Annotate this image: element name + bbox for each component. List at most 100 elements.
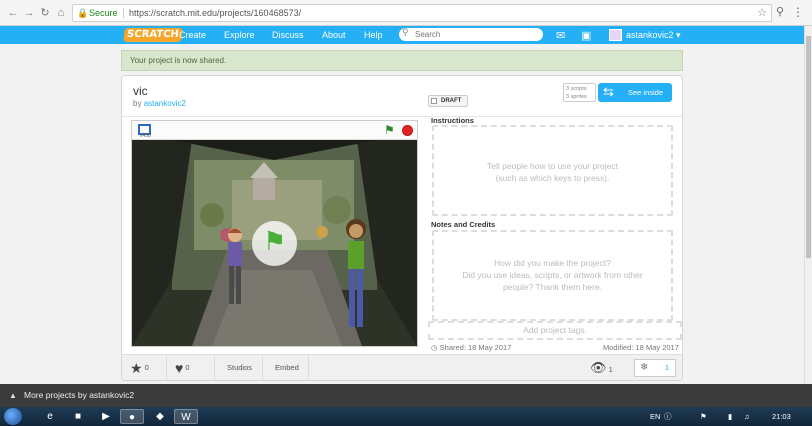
notes-label: Notes and Credits [431, 220, 496, 229]
word-icon[interactable]: W [174, 409, 198, 424]
scripts-count: 3 scripts [566, 86, 587, 92]
reload-icon[interactable]: ↻ [38, 6, 52, 20]
signal-icon[interactable]: ▮ [728, 407, 732, 426]
studios-button[interactable]: Studios [215, 355, 263, 381]
extension-icon[interactable]: ⚲ [776, 5, 784, 18]
draft-checkbox[interactable] [431, 98, 437, 104]
clock[interactable]: 21:03 [772, 407, 791, 426]
remix-tree-icon: ❄ [640, 362, 649, 373]
nav-create[interactable]: Create [179, 26, 206, 44]
start-button[interactable] [4, 408, 22, 425]
remix-tree-button[interactable]: ❄ 1 [634, 359, 676, 377]
messages-icon[interactable]: ✉ [556, 29, 565, 42]
see-inside-label: See inside [628, 88, 664, 97]
project-stage[interactable]: ⚑ [132, 140, 417, 346]
sprites-count: 3 sprites [566, 94, 587, 100]
explorer-icon[interactable]: ■ [66, 409, 90, 424]
media-icon[interactable]: ▶ [94, 409, 118, 424]
nav-about[interactable]: About [322, 26, 346, 44]
lock-icon: 🔒 [77, 8, 89, 18]
forward-icon[interactable]: → [22, 6, 36, 20]
view-count-value: 1 [608, 365, 613, 374]
stop-icon[interactable] [402, 125, 413, 136]
green-flag-big-icon: ⚑ [263, 226, 287, 256]
instructions-label: Instructions [431, 116, 474, 125]
heart-icon: ♥ [175, 360, 184, 377]
flag-icon[interactable]: ⚑ [700, 407, 707, 426]
browser-toolbar: ← → ↻ ⌂ 🔒 Secure https://scratch.mit.edu… [0, 0, 812, 26]
chrome-icon[interactable]: ● [120, 409, 144, 424]
windows-taskbar: e ■ ▶ ● ◆ W EN ⓘ ⚑ ▮ ♫ 21:03 [0, 407, 812, 426]
embed-button[interactable]: Embed [263, 355, 309, 381]
shared-date-text: Shared: 18 May 2017 [439, 343, 512, 352]
favorite-count: 0 [185, 363, 190, 372]
secure-label: Secure [89, 8, 118, 18]
nav-discuss[interactable]: Discuss [272, 26, 304, 44]
modified-date: Modified: 18 May 2017 [603, 343, 679, 352]
my-stuff-icon[interactable]: ▣ [581, 29, 591, 42]
view-count: 👁 1 [590, 355, 613, 381]
play-overlay-button[interactable]: ⚑ [252, 221, 297, 266]
action-bar: ★ 0 ♥ 0 Studios Embed 👁 1 ❄ 1 [122, 354, 682, 381]
more-projects-label: More projects by astankovic2 [24, 390, 135, 400]
remix-count: 1 [664, 363, 669, 372]
notes-placeholder-1: How did you make the project? [494, 258, 611, 268]
home-icon[interactable]: ⌂ [54, 6, 68, 20]
love-button[interactable]: ★ 0 [122, 355, 167, 381]
scrollbar-thumb[interactable] [806, 36, 811, 258]
address-bar[interactable]: 🔒 Secure https://scratch.mit.edu/project… [72, 4, 772, 22]
address-separator [123, 8, 124, 18]
username: astankovic2 [626, 30, 674, 40]
notes-placeholder-3: people? Thank them here. [502, 282, 603, 292]
project-stats: 3 scripts 3 sprites [563, 83, 596, 102]
love-count: 0 [144, 363, 149, 372]
avatar[interactable] [609, 29, 622, 41]
draft-label: DRAFT [441, 98, 462, 104]
volume-icon[interactable]: ♫ [744, 407, 750, 426]
nav-explore[interactable]: Explore [224, 26, 255, 44]
star-icon: ★ [130, 360, 143, 377]
project-title[interactable]: vic [133, 84, 148, 98]
bookmark-star-icon[interactable]: ☆ [757, 5, 767, 21]
notes-field[interactable]: How did you make the project? Did you us… [432, 230, 673, 321]
expand-up-icon: ▲ [9, 391, 17, 400]
search-input[interactable] [415, 29, 535, 40]
draft-toggle[interactable]: DRAFT [428, 95, 468, 107]
search-box[interactable]: ⚲ [399, 27, 543, 41]
instructions-placeholder-2: (such as which keys to press). [495, 173, 610, 183]
green-flag-icon[interactable]: ⚑ [384, 123, 395, 137]
tags-input[interactable]: Add project tags. [428, 321, 682, 340]
browser-menu-icon[interactable]: ⋮ [792, 5, 804, 19]
url-text[interactable]: https://scratch.mit.edu/projects/1604685… [129, 5, 301, 21]
notes-placeholder-2: Did you use ideas, scripts, or artwork f… [462, 270, 643, 280]
player-version: v458 [140, 133, 151, 139]
header-divider [122, 116, 682, 117]
scratch-navbar: SCRATCH Create Explore Discuss About Hel… [0, 26, 804, 44]
instructions-placeholder-1: Tell people how to use your project [487, 161, 618, 171]
project-player: v458 ⚑ ⚑ [131, 120, 418, 347]
by-prefix: by [133, 99, 142, 108]
author-link[interactable]: astankovic2 [144, 99, 186, 108]
see-inside-icon: ⇆ [603, 84, 614, 99]
page-scrollbar[interactable] [804, 26, 812, 384]
project-card: vic by astankovic2 DRAFT 3 scripts 3 spr… [121, 75, 683, 381]
username-menu[interactable]: astankovic2 ▾ [626, 26, 681, 44]
help-icon[interactable]: ⓘ [664, 407, 672, 426]
language-indicator[interactable]: EN [650, 407, 660, 426]
instructions-field[interactable]: Tell people how to use your project (suc… [432, 125, 673, 216]
eye-icon: 👁 [590, 360, 607, 375]
byline: by astankovic2 [133, 99, 186, 108]
search-icon: ⚲ [402, 27, 409, 37]
player-controls: v458 ⚑ [132, 121, 417, 140]
shared-date: ◷ Shared: 18 May 2017 [431, 343, 512, 352]
nav-help[interactable]: Help [364, 26, 383, 44]
scratch-logo[interactable]: SCRATCH [123, 28, 183, 42]
app-icon[interactable]: ◆ [148, 409, 172, 424]
ie-icon[interactable]: e [38, 409, 62, 424]
see-inside-button[interactable]: ⇆ See inside [598, 83, 672, 102]
favorite-button[interactable]: ♥ 0 [167, 355, 215, 381]
back-icon[interactable]: ← [6, 6, 20, 20]
shared-banner: Your project is now shared. [121, 50, 683, 71]
project-page: Your project is now shared. vic by astan… [0, 44, 804, 384]
more-projects-bar[interactable]: ▲ More projects by astankovic2 [0, 384, 812, 407]
